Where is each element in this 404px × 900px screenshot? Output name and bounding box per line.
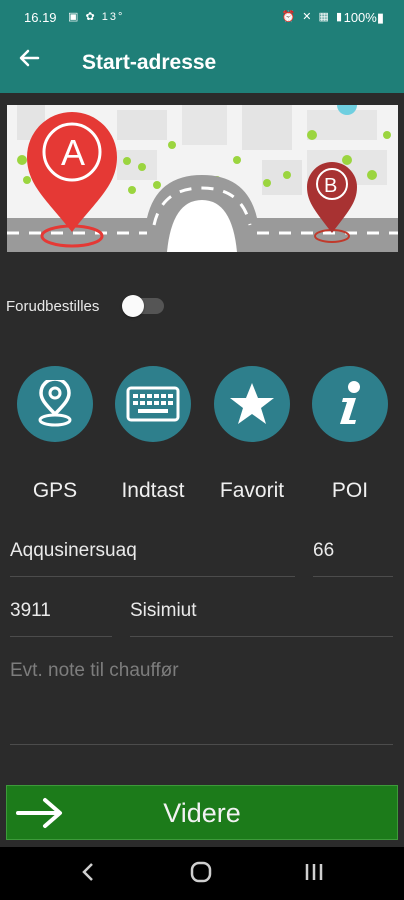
location-pin-icon	[17, 366, 93, 442]
manual-entry-button[interactable]: Indtast	[113, 366, 193, 502]
app-bar: Start-adresse	[0, 35, 404, 93]
route-illustration: A B	[7, 105, 398, 252]
preorder-label: Forudbestilles	[6, 298, 100, 315]
nav-home-icon[interactable]	[190, 861, 212, 888]
status-right-icons: ⏰ ✕ ▦ ▮	[281, 11, 344, 23]
status-bar: 16.19 ▣ ✿ 13° ⏰ ✕ ▦ ▮ 100%▮	[0, 0, 404, 35]
system-nav-bar	[0, 847, 404, 900]
continue-label: Videre	[163, 798, 241, 828]
status-left-icons: ▣ ✿ 13°	[68, 11, 125, 23]
favorite-button[interactable]: Favorit	[212, 366, 292, 502]
poi-button[interactable]: POI	[310, 366, 390, 502]
marker-b-label: B	[324, 175, 337, 197]
postal-code-field[interactable]: 3911	[10, 600, 112, 637]
poi-label: POI	[331, 479, 369, 502]
keyboard-icon	[115, 366, 191, 442]
nav-back-icon[interactable]	[80, 861, 96, 888]
house-number-field[interactable]: 66	[313, 540, 393, 577]
status-time: 16.19	[24, 10, 57, 25]
page-title: Start-adresse	[82, 51, 217, 74]
street-field[interactable]: Aqqusinersuaq	[10, 540, 295, 577]
note-field[interactable]: Evt. note til chauffør	[10, 660, 393, 745]
arrow-left-icon[interactable]	[18, 47, 40, 76]
star-icon	[214, 366, 290, 442]
battery-indicator: 100%▮	[343, 10, 384, 25]
nav-recents-icon[interactable]	[304, 861, 324, 888]
preorder-toggle[interactable]	[122, 295, 164, 317]
info-icon	[312, 366, 388, 442]
marker-a-label: A	[61, 132, 85, 173]
continue-button[interactable]: Videre	[6, 785, 398, 840]
toggle-knob	[122, 295, 144, 317]
gps-button[interactable]: GPS	[15, 366, 95, 502]
city-field[interactable]: Sisimiut	[130, 600, 393, 637]
